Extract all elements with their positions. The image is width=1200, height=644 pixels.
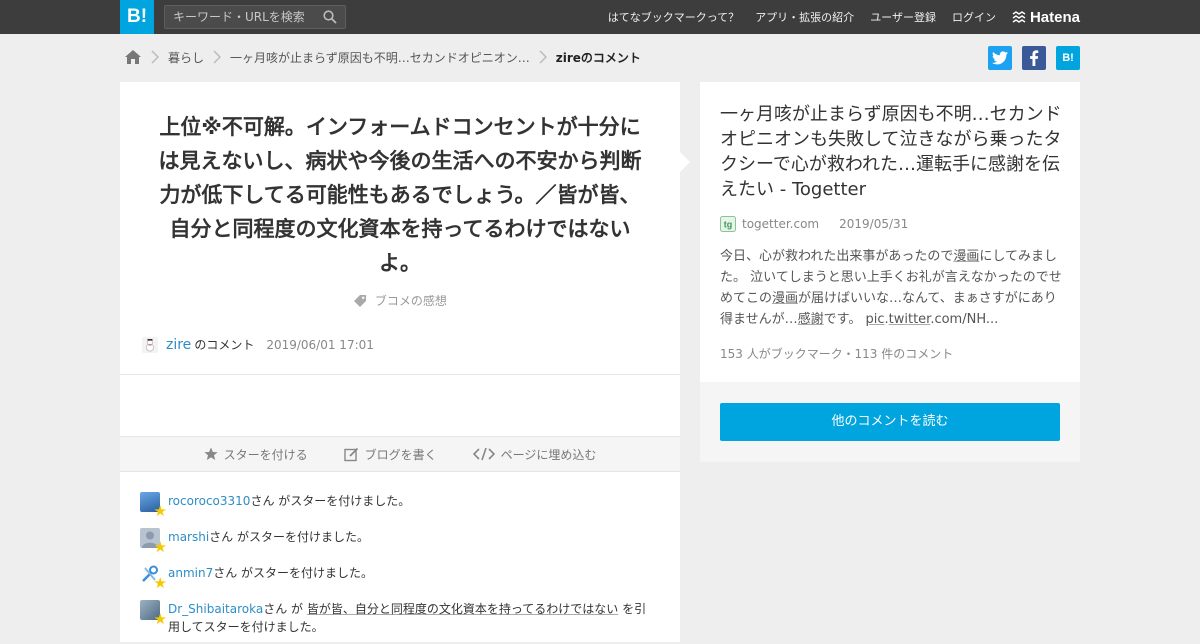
nav-about[interactable]: はてなブックマークって？ — [608, 9, 739, 25]
star-user-link[interactable]: marshi — [168, 530, 209, 544]
read-other-comments-button[interactable]: 他のコメントを読む — [720, 403, 1060, 441]
star-user-link[interactable]: anmin7 — [168, 566, 213, 580]
keyword-link[interactable]: pic — [865, 312, 884, 327]
tag-icon — [354, 294, 367, 307]
entry-title-link[interactable]: 一ヶ月咳が止まらず原因も不明…セカンドオピニオンも失敗して泣きながら乗ったタクシ… — [720, 102, 1065, 202]
add-star-label: スターを付ける — [223, 447, 308, 462]
keyword-link[interactable]: twitter — [889, 312, 931, 327]
top-bar: B! はてなブックマークって？ アプリ・拡張の紹介 ユーザー登録 ログイン Ha… — [0, 0, 1200, 34]
avatar[interactable]: ★ — [140, 600, 167, 627]
svg-text:tg: tg — [724, 220, 733, 230]
comment-date: 2019/06/01 17:01 — [266, 337, 374, 352]
search-input[interactable] — [165, 6, 315, 28]
star-item: ★ anmin7さん がスターを付けました。 — [140, 564, 660, 600]
star-message: さん がスターを付けました。 — [250, 494, 411, 508]
star-item: ★ Dr_Shibaitarokaさん が 皆が皆、自分と同程度の文化資本を持っ… — [140, 600, 660, 644]
star-icon: ★ — [153, 538, 167, 556]
entry-domain-link[interactable]: togetter.com — [742, 217, 819, 231]
twitter-icon — [992, 51, 1008, 65]
star-message: さん が — [263, 602, 307, 616]
author-suffix: のコメント — [194, 338, 255, 352]
read-more-area: 他のコメントを読む — [700, 382, 1080, 462]
facebook-icon — [1030, 50, 1039, 66]
star-user-link[interactable]: Dr_Shibaitaroka — [168, 602, 263, 616]
entry-panel: 一ヶ月咳が止まらず原因も不明…セカンドオピニオンも失敗して泣きながら乗ったタクシ… — [700, 82, 1080, 382]
breadcrumb-entry[interactable]: 一ヶ月咳が止まらず原因も不明…セカンドオピニオン… — [230, 49, 530, 66]
chevron-right-icon — [151, 50, 159, 64]
star-item: ★ rocoroco3310さん がスターを付けました。 — [140, 492, 660, 528]
comment-text: 上位※不可解。インフォームドコンセントが十分には見えないし、病状や今後の生活への… — [158, 115, 642, 275]
share-buttons: B! — [978, 46, 1080, 70]
code-icon — [472, 447, 495, 461]
write-blog-label: ブログを書く — [364, 447, 437, 462]
entry-description: 今日、心が救われた出来事があったので漫画にしてみました。 泣いてしまうと思い上手… — [720, 249, 1062, 327]
avatar[interactable] — [142, 336, 158, 353]
hatena-brand-label: Hatena — [1029, 8, 1080, 26]
add-star-button[interactable]: スターを付ける — [203, 446, 308, 463]
keyword-link[interactable]: 感謝 — [798, 312, 824, 327]
embed-button[interactable]: ページに埋め込む — [472, 446, 597, 463]
star-icon: ★ — [153, 502, 167, 520]
star-message: さん がスターを付けました。 — [213, 566, 374, 580]
star-list: ★ rocoroco3310さん がスターを付けました。 ★ marshiさん … — [140, 492, 660, 644]
comment-panel: 上位※不可解。インフォームドコンセントが十分には見えないし、病状や今後の生活への… — [120, 82, 680, 642]
quoted-text: 皆が皆、自分と同程度の文化資本を持ってるわけではない — [306, 602, 619, 616]
action-bar: スターを付ける ブログを書く ページに埋め込む — [120, 436, 680, 472]
comment-author: zire のコメント 2019/06/01 17:01 — [142, 336, 374, 353]
divider — [120, 374, 680, 375]
embed-label: ページに埋め込む — [500, 447, 597, 462]
nav-apps[interactable]: アプリ・拡張の紹介 — [755, 9, 854, 25]
star-icon — [203, 447, 218, 460]
star-user-link[interactable]: rocoroco3310 — [168, 494, 250, 508]
comment-tag[interactable]: ブコメの感想 — [120, 292, 680, 309]
breadcrumb-current: zireのコメント — [555, 50, 641, 65]
top-nav: はてなブックマークって？ アプリ・拡張の紹介 ユーザー登録 ログイン Haten… — [592, 0, 1080, 34]
comment-tag-label: ブコメの感想 — [374, 294, 447, 308]
chevron-right-icon — [213, 50, 222, 64]
write-blog-button[interactable]: ブログを書く — [343, 446, 437, 463]
entry-stats-link[interactable]: 153 人がブックマーク・113 件のコメント — [720, 345, 953, 362]
breadcrumb: 暮らし 一ヶ月咳が止まらず原因も不明…セカンドオピニオン… zireのコメント — [124, 45, 641, 69]
twitter-share-button[interactable] — [988, 46, 1012, 70]
hatena-brand-icon — [1012, 11, 1026, 23]
hatena-bookmark-logo[interactable]: B! — [120, 0, 154, 34]
author-name-link[interactable]: zire — [166, 337, 191, 353]
facebook-share-button[interactable] — [1022, 46, 1046, 70]
avatar[interactable]: ★ — [140, 564, 167, 591]
home-icon[interactable] — [124, 49, 142, 65]
avatar[interactable]: ★ — [140, 492, 167, 519]
search-icon[interactable] — [323, 10, 337, 24]
star-icon: ★ — [153, 574, 167, 592]
star-icon: ★ — [153, 610, 167, 628]
togetter-favicon-icon: tg — [720, 216, 736, 232]
entry-meta: tg togetter.com 2019/05/31 — [720, 216, 908, 232]
panel-pointer — [680, 152, 690, 172]
star-message: さん がスターを付けました。 — [209, 530, 369, 544]
search-box — [164, 5, 346, 29]
edit-icon — [343, 447, 358, 461]
avatar[interactable]: ★ — [140, 528, 167, 555]
star-item: ★ marshiさん がスターを付けました。 — [140, 528, 660, 564]
keyword-link[interactable]: 漫画 — [953, 249, 979, 264]
entry-date: 2019/05/31 — [839, 217, 909, 231]
keyword-link[interactable]: 漫画 — [772, 291, 798, 306]
chevron-right-icon — [539, 50, 547, 64]
nav-register[interactable]: ユーザー登録 — [870, 9, 936, 25]
hatena-brand-link[interactable]: Hatena — [1012, 9, 1080, 26]
breadcrumb-category[interactable]: 暮らし — [168, 49, 204, 66]
nav-login[interactable]: ログイン — [952, 9, 996, 25]
snowman-avatar-icon — [146, 338, 154, 351]
hatena-bookmark-share-button[interactable]: B! — [1056, 46, 1080, 70]
